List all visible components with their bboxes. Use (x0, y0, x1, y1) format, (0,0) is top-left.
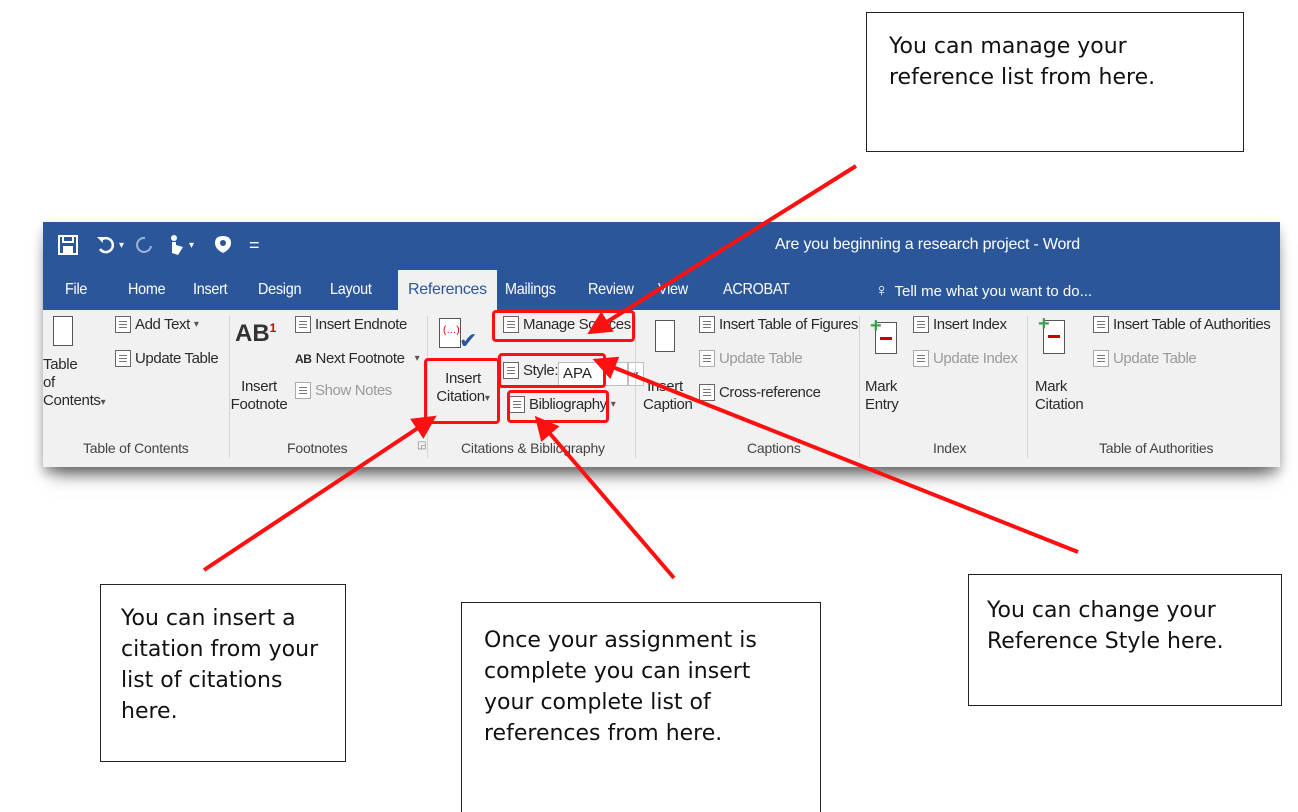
annotation-arrows (202, 164, 1079, 580)
arrow-bibliography (534, 415, 676, 580)
arrow-insert-citation (202, 415, 437, 572)
arrow-manage-sources (587, 164, 858, 335)
arrow-style (592, 356, 1079, 554)
